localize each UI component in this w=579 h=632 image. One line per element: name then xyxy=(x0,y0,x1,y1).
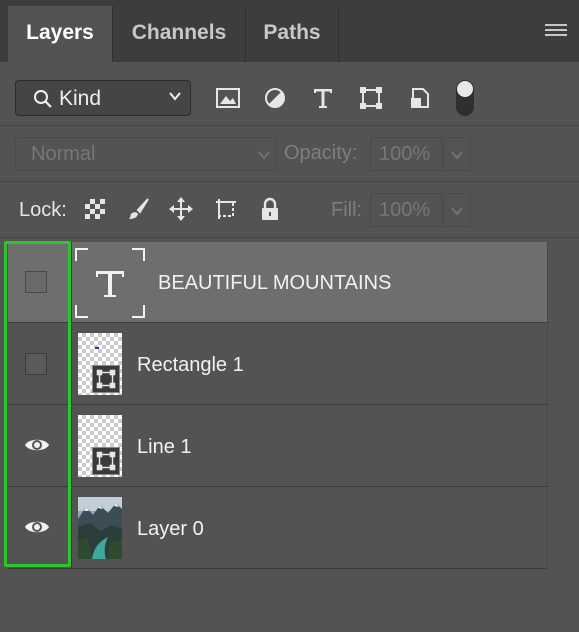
lock-label: Lock: xyxy=(19,199,67,221)
shape-layer-icon xyxy=(92,365,120,393)
fill-input[interactable]: 100% xyxy=(370,193,442,227)
divider xyxy=(0,181,579,182)
shape-layer-icon xyxy=(92,447,120,475)
lock-image-pixels-brush-icon[interactable] xyxy=(127,197,151,221)
lock-position-move-icon[interactable] xyxy=(169,197,193,221)
tab-paths[interactable]: Paths xyxy=(246,6,338,62)
divider xyxy=(0,237,579,238)
layer-thumbnail xyxy=(78,333,122,395)
fill-dropdown-button[interactable] xyxy=(443,193,471,227)
divider xyxy=(0,125,579,126)
chevron-down-icon xyxy=(169,92,181,101)
fill-value: 100% xyxy=(379,199,431,221)
image-filter-icon[interactable] xyxy=(215,85,241,111)
text-layer-thumbnail-icon xyxy=(75,248,145,318)
layer-row-beautiful-mountains[interactable]: BEAUTIFUL MOUNTAINS xyxy=(8,242,547,323)
tab-layers[interactable]: Layers xyxy=(8,6,112,62)
visibility-column-highlight xyxy=(4,241,71,567)
layer-name: Rectangle 1 xyxy=(137,354,244,376)
lock-artboard-icon[interactable] xyxy=(214,197,238,221)
filter-kind-label: Kind xyxy=(59,87,102,110)
mountain-photo-thumbnail xyxy=(78,497,122,559)
toggle-knob xyxy=(457,81,473,97)
opacity-value: 100% xyxy=(379,143,431,165)
layer-row-layer-0[interactable]: Layer 0 xyxy=(8,488,547,569)
list-edge xyxy=(547,241,548,571)
adjustment-filter-icon[interactable] xyxy=(262,85,288,111)
tab-divider xyxy=(338,6,339,62)
tab-bar: Layers Channels Paths xyxy=(0,0,579,62)
search-icon xyxy=(34,90,52,108)
blend-mode-value: Normal xyxy=(31,143,96,165)
panel-menu-icon[interactable] xyxy=(545,24,567,38)
lock-all-icon[interactable] xyxy=(258,197,282,221)
chevron-down-icon xyxy=(451,207,463,216)
filter-kind-select[interactable]: Kind xyxy=(15,80,191,116)
opacity-label: Opacity: xyxy=(284,142,358,164)
blend-mode-select[interactable]: Normal xyxy=(15,137,277,171)
opacity-dropdown-button[interactable] xyxy=(443,137,471,171)
shape-filter-icon[interactable] xyxy=(358,85,384,111)
fill-label: Fill: xyxy=(331,199,363,221)
chevron-down-icon xyxy=(451,151,463,160)
layer-name: Layer 0 xyxy=(137,518,204,540)
opacity-input[interactable]: 100% xyxy=(370,137,442,171)
chevron-down-icon xyxy=(258,151,270,160)
layer-row-line-1[interactable]: Line 1 xyxy=(8,406,547,487)
tab-channels[interactable]: Channels xyxy=(113,6,245,62)
smart-object-filter-icon[interactable] xyxy=(407,85,433,111)
layer-name: Line 1 xyxy=(137,436,192,458)
layer-row-rectangle-1[interactable]: Rectangle 1 xyxy=(8,324,547,405)
filter-toggle[interactable] xyxy=(456,80,474,116)
type-filter-icon[interactable] xyxy=(310,85,336,111)
layer-name: BEAUTIFUL MOUNTAINS xyxy=(158,272,392,294)
shape-preview xyxy=(95,347,99,349)
lock-transparent-pixels-icon[interactable] xyxy=(83,197,107,221)
layers-panel: Layers Channels Paths Kind Normal Opacit… xyxy=(0,0,579,632)
layer-thumbnail xyxy=(78,415,122,477)
